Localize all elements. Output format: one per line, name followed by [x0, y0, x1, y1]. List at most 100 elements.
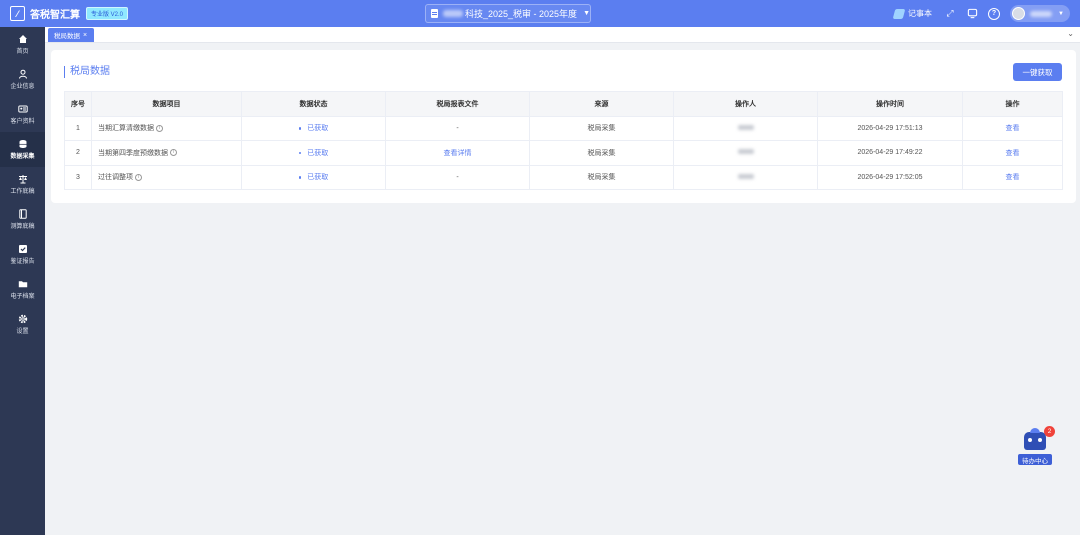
sidebar-item-company-info[interactable]: 企业信息 [0, 62, 45, 97]
document-icon [431, 9, 438, 18]
cell-time: 2026-04-29 17:52:05 [817, 164, 963, 190]
col-header-operator: 操作人 [673, 91, 818, 117]
cell-item: 当期第四季度预缴数据 i [91, 140, 242, 166]
sidebar-item-e-archive[interactable]: 电子档案 [0, 272, 45, 307]
sidebar-item-label: 首页 [16, 49, 29, 55]
sidebar-item-label: 数据采集 [10, 154, 35, 160]
project-selector[interactable]: 科技_2025_税审 - 2025年度 ▼ [425, 4, 591, 23]
table-header-row: 序号 数据项目 数据状态 税局报表文件 来源 操作人 操作时间 操作 [64, 91, 1063, 117]
person-icon [18, 69, 28, 79]
view-link[interactable]: 查看 [962, 115, 1063, 141]
chevron-down-icon[interactable]: ⌄ [1067, 29, 1074, 38]
cell-operator [673, 140, 818, 166]
tab-bar: 税局数据 × ⌄ [45, 27, 1080, 43]
close-icon[interactable]: × [83, 32, 87, 39]
folder-icon [18, 279, 28, 289]
sidebar-item-label: 工作底稿 [10, 189, 35, 195]
todo-label: 待办中心 [1018, 454, 1052, 465]
todo-center-button[interactable]: 待办中心 2 [1018, 426, 1055, 466]
cell-operator [673, 115, 818, 141]
cell-source: 税局采集 [529, 164, 674, 190]
id-card-icon [17, 104, 28, 114]
help-icon[interactable]: ? [988, 7, 1000, 20]
table-row: 1 当期汇算清缴数据 i 已获取 - 税局采集 2026-04-29 17:51:… [64, 115, 1063, 141]
redacted-operator [737, 149, 754, 155]
sidebar-item-client-docs[interactable]: 客户资料 [0, 97, 45, 132]
info-icon[interactable]: i [170, 149, 177, 157]
check-icon [18, 244, 28, 254]
app-logo: ⁄ 答税智汇算 专业版 V2.0 [0, 0, 220, 27]
cell-source: 税局采集 [529, 140, 674, 166]
tab-tax-bureau-data[interactable]: 税局数据 × [48, 28, 94, 42]
sidebar-item-label: 企业信息 [10, 84, 35, 90]
cell-item: 当期汇算清缴数据 i [91, 115, 242, 141]
redacted-operator [737, 124, 754, 130]
col-header-status: 数据状态 [241, 91, 386, 117]
sidebar-item-label: 测算底稿 [10, 224, 35, 230]
monitor-icon[interactable] [966, 8, 978, 20]
notification-badge: 2 [1044, 426, 1055, 437]
page-title: 税局数据 [64, 66, 110, 78]
sidebar-item-work-papers[interactable]: 工作底稿 [0, 167, 45, 202]
cell-file: - [385, 164, 530, 190]
sidebar-item-settings[interactable]: 设置 [0, 307, 45, 342]
col-header-file: 税局报表文件 [385, 91, 530, 117]
scale-icon [18, 174, 28, 184]
sidebar-item-data-collection[interactable]: 数据采集 [0, 132, 45, 167]
status-label: 已获取 [307, 174, 329, 182]
table-row: 3 过往调整项 i 已获取 - 税局采集 2026-04-29 17:52:05 … [64, 164, 1063, 190]
calc-icon [18, 209, 28, 219]
info-icon[interactable]: i [135, 173, 142, 181]
cell-status: 已获取 [241, 115, 386, 141]
cell-index: 1 [64, 115, 92, 141]
database-icon [18, 139, 28, 149]
cell-index: 3 [64, 164, 92, 190]
sidebar-item-assurance-report[interactable]: 鉴证报告 [0, 237, 45, 272]
gear-icon [18, 314, 28, 324]
status-dot-icon [298, 151, 302, 155]
status-label: 已获取 [307, 149, 329, 157]
cell-file: - [385, 115, 530, 141]
col-header-source: 来源 [529, 91, 674, 117]
redacted-operator [737, 173, 754, 179]
user-menu[interactable]: ▼ [1010, 5, 1070, 22]
redacted-company-name [443, 10, 463, 17]
item-label: 当期汇算清缴数据 [98, 125, 154, 133]
view-link[interactable]: 查看 [962, 164, 1063, 190]
sidebar-item-home[interactable]: 首页 [0, 27, 45, 62]
notebook-button[interactable]: 记事本 [892, 8, 932, 19]
cell-time: 2026-04-29 17:51:13 [817, 115, 963, 141]
sidebar-item-calc-papers[interactable]: 测算底稿 [0, 202, 45, 237]
sidebar-item-label: 电子档案 [10, 294, 35, 300]
item-label: 当期第四季度预缴数据 [98, 149, 168, 157]
fullscreen-icon[interactable]: ⤢ [944, 8, 956, 20]
redacted-username [1030, 10, 1052, 17]
app-name: 答税智汇算 [30, 10, 80, 21]
data-table: 序号 数据项目 数据状态 税局报表文件 来源 操作人 操作时间 操作 1 当期汇… [64, 91, 1063, 190]
status-dot-icon [298, 127, 302, 130]
col-header-time: 操作时间 [817, 91, 963, 117]
top-bar: ⁄ 答税智汇算 专业版 V2.0 科技_2025_税审 - 2025年度 ▼ 记… [0, 0, 1080, 27]
sidebar-item-label: 设置 [16, 329, 29, 335]
cell-status: 已获取 [241, 140, 386, 166]
cell-item: 过往调整项 i [91, 164, 242, 190]
col-header-action: 操作 [962, 91, 1063, 117]
edition-badge: 专业版 V2.0 [86, 7, 129, 20]
chevron-down-icon: ▼ [1058, 10, 1064, 17]
fetch-all-button[interactable]: 一键获取 [1013, 63, 1062, 81]
view-link[interactable]: 查看 [962, 140, 1063, 166]
logo-icon: ⁄ [10, 6, 25, 21]
home-icon [18, 34, 28, 44]
project-title: 科技_2025_税审 - 2025年度 [465, 9, 578, 19]
avatar [1012, 7, 1025, 20]
item-label: 过往调整项 [98, 174, 133, 182]
view-details-link[interactable]: 查看详情 [385, 140, 530, 166]
chevron-down-icon: ▼ [583, 10, 590, 17]
tax-bureau-data-card: 税局数据 一键获取 序号 数据项目 数据状态 税局报表文件 来源 操作人 操作时… [51, 50, 1076, 203]
info-icon[interactable]: i [156, 124, 163, 132]
status-label: 已获取 [307, 125, 329, 133]
notebook-label: 记事本 [908, 9, 932, 18]
sidebar: 首页 企业信息 客户资料 数据采集 工作底稿 测算底稿 鉴证报告 电子档案 设置 [0, 27, 45, 535]
col-header-index: 序号 [64, 91, 92, 117]
cell-time: 2026-04-29 17:49:22 [817, 140, 963, 166]
